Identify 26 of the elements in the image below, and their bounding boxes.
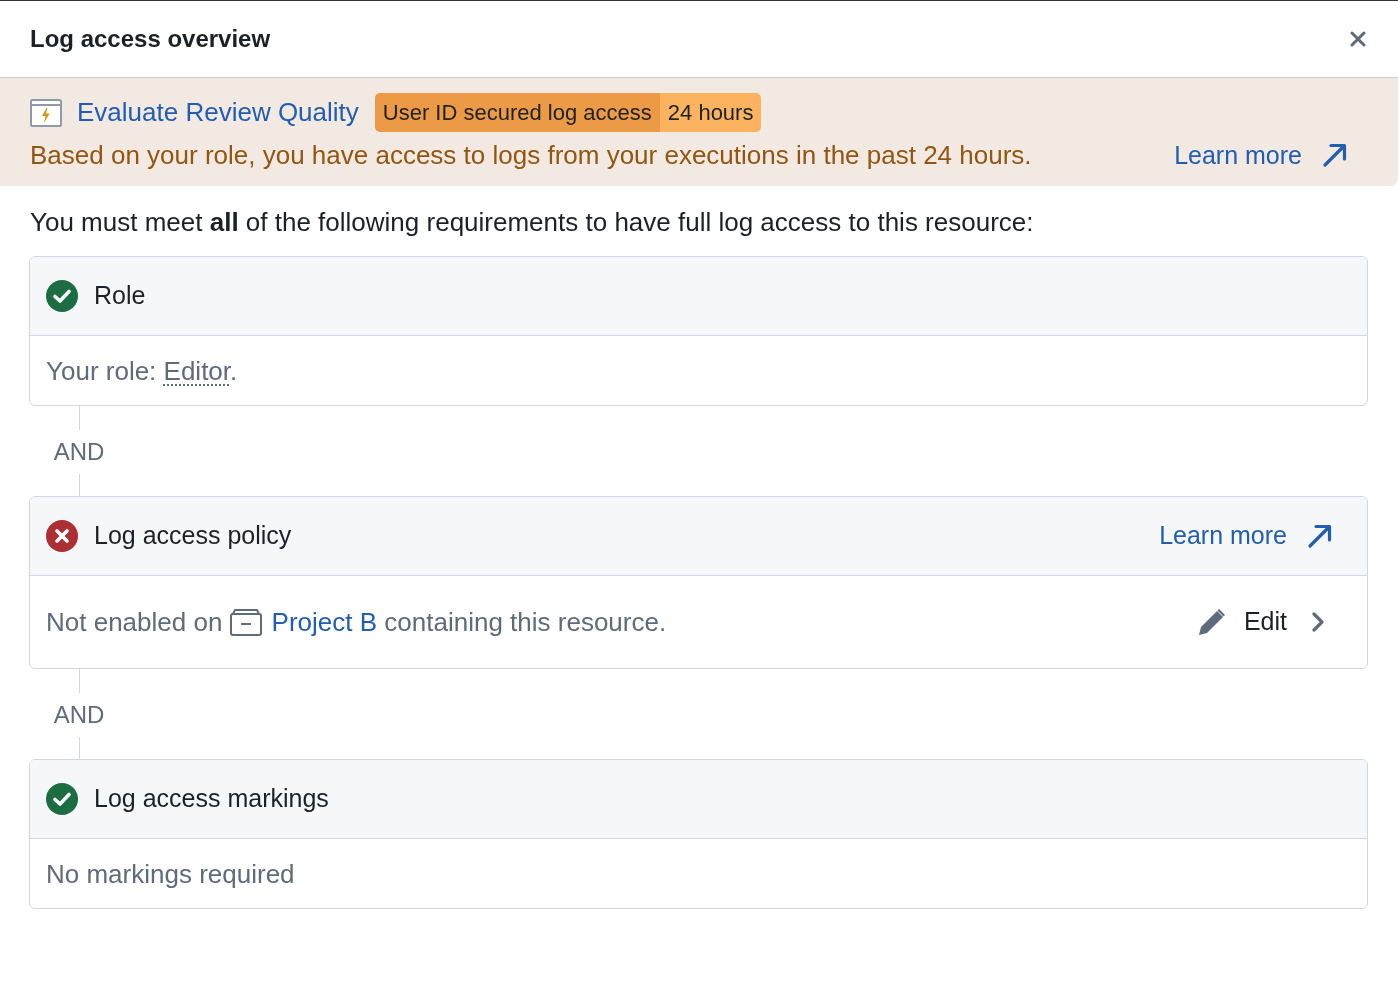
arrow-up-right-icon: [1322, 142, 1348, 168]
learn-more-link[interactable]: Learn more: [1174, 140, 1348, 170]
close-icon: [1350, 31, 1366, 47]
role-term[interactable]: Editor: [163, 355, 231, 386]
arrow-up-right-icon: [1307, 523, 1333, 549]
banner-message: Based on your role, you have access to logs from your executions in the past 24 hours.: [30, 140, 1032, 170]
project-link[interactable]: Project B: [271, 607, 378, 637]
duration-tag: 24 hours: [659, 93, 762, 132]
requirement-title: Log access policy: [94, 520, 293, 552]
chevron-right-icon: [1311, 612, 1325, 632]
and-label: AND: [53, 700, 105, 730]
dialog-title: Log access overview: [30, 24, 271, 54]
and-label: AND: [53, 437, 105, 467]
requirement-detail: Your role: Editor.: [46, 354, 239, 388]
app-window-icon: [30, 98, 62, 127]
resource-link[interactable]: Evaluate Review Quality: [77, 93, 359, 132]
requirement-detail: No markings required: [46, 857, 296, 891]
requirement-title: Role: [94, 280, 147, 312]
pencil-icon: [1197, 608, 1226, 636]
learn-more-link[interactable]: Learn more: [1159, 513, 1333, 559]
access-type-tag: User ID secured log access: [374, 93, 660, 132]
requirement-detail: Not enabled on Project B containing this resource.: [46, 606, 668, 639]
edit-button[interactable]: Edit: [1189, 595, 1333, 649]
box-icon: [229, 609, 262, 636]
requirements-intro: You must meet all of the following requirements to have full log access to this resource:: [29, 206, 1035, 238]
requirement-title: Log access markings: [94, 783, 330, 815]
